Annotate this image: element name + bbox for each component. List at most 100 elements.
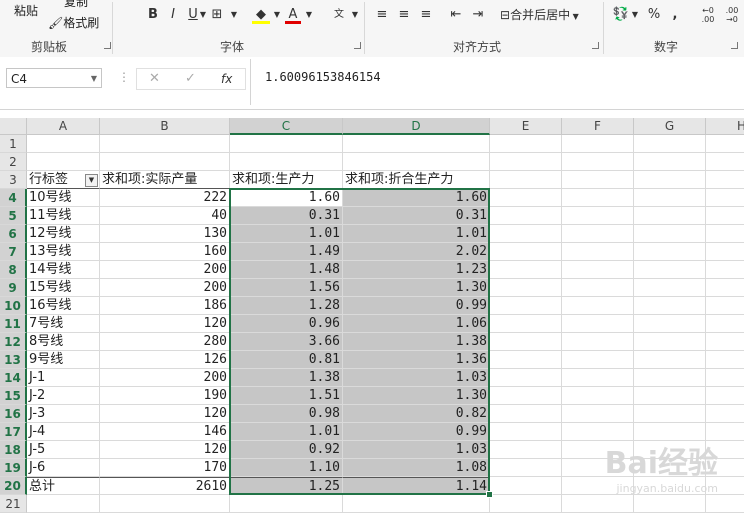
column-header-e[interactable]: E <box>490 118 562 135</box>
empty-cell[interactable] <box>562 333 634 351</box>
row-header-9[interactable]: 9 <box>0 279 27 297</box>
align-left-icon[interactable]: ≡ <box>374 6 390 24</box>
column-header-a[interactable]: A <box>27 118 100 135</box>
empty-cell[interactable] <box>562 351 634 369</box>
empty-cell[interactable] <box>230 153 343 171</box>
pivot-value-cell[interactable]: 1.03 <box>343 369 490 387</box>
empty-cell[interactable] <box>100 495 230 513</box>
font-color-dropdown-icon[interactable]: ▼ <box>305 6 313 24</box>
pivot-value-cell[interactable]: 120 <box>100 315 230 333</box>
pivot-value-cell[interactable]: 130 <box>100 225 230 243</box>
empty-cell[interactable] <box>634 351 706 369</box>
pivot-value-cell[interactable]: 0.31 <box>343 207 490 225</box>
empty-cell[interactable] <box>490 171 562 189</box>
decrease-decimal-icon[interactable]: .00 →0 <box>722 6 742 24</box>
empty-cell[interactable] <box>706 171 744 189</box>
name-box[interactable]: C4 ▼ <box>6 68 102 88</box>
row-header-7[interactable]: 7 <box>0 243 27 261</box>
row-header-20[interactable]: 20 <box>0 477 27 495</box>
empty-cell[interactable] <box>100 153 230 171</box>
underline-button[interactable]: U <box>186 6 200 24</box>
pivot-row-label[interactable]: 10号线 <box>27 189 100 207</box>
pivot-value-cell[interactable]: 186 <box>100 297 230 315</box>
pivot-row-label[interactable]: J-2 <box>27 387 100 405</box>
row-header-3[interactable]: 3 <box>0 171 27 189</box>
pivot-value-cell[interactable]: 2.02 <box>343 243 490 261</box>
empty-cell[interactable] <box>562 279 634 297</box>
empty-cell[interactable] <box>490 477 562 495</box>
pivot-value-cell[interactable]: 0.98 <box>230 405 343 423</box>
row-header-13[interactable]: 13 <box>0 351 27 369</box>
empty-cell[interactable] <box>562 153 634 171</box>
empty-cell[interactable] <box>490 441 562 459</box>
pivot-value-cell[interactable]: 2610 <box>100 477 230 495</box>
empty-cell[interactable] <box>490 189 562 207</box>
pivot-value-cell[interactable]: 1.08 <box>343 459 490 477</box>
empty-cell[interactable] <box>706 495 744 513</box>
empty-cell[interactable] <box>27 153 100 171</box>
underline-dropdown-icon[interactable]: ▼ <box>199 6 207 24</box>
pivot-value-cell[interactable]: 1.25 <box>230 477 343 495</box>
empty-cell[interactable] <box>634 279 706 297</box>
empty-cell[interactable] <box>230 135 343 153</box>
empty-cell[interactable] <box>634 369 706 387</box>
column-header-d[interactable]: D <box>343 118 490 135</box>
cancel-icon[interactable]: ✕ <box>149 69 160 89</box>
italic-button[interactable]: I <box>166 6 180 24</box>
pivot-value-cell[interactable]: 0.99 <box>343 297 490 315</box>
pivot-value-cell[interactable]: 1.48 <box>230 261 343 279</box>
empty-cell[interactable] <box>343 495 490 513</box>
pivot-row-label[interactable]: 16号线 <box>27 297 100 315</box>
pivot-value-cell[interactable]: 120 <box>100 405 230 423</box>
empty-cell[interactable] <box>706 279 744 297</box>
pivot-row-label[interactable]: J-4 <box>27 423 100 441</box>
empty-cell[interactable] <box>562 495 634 513</box>
select-all-corner[interactable] <box>0 118 27 135</box>
pivot-value-cell[interactable]: 1.30 <box>343 279 490 297</box>
border-dropdown-icon[interactable]: ▼ <box>230 6 238 24</box>
empty-cell[interactable] <box>490 495 562 513</box>
function-icon[interactable]: fx <box>221 69 232 89</box>
fill-color-icon[interactable]: ◆ <box>252 6 270 24</box>
empty-cell[interactable] <box>100 135 230 153</box>
empty-cell[interactable] <box>490 207 562 225</box>
pivot-column-header[interactable]: 求和项:实际产量 <box>100 171 230 189</box>
formula-input[interactable]: 1.60096153846154 <box>250 59 744 105</box>
pivot-value-cell[interactable]: 1.01 <box>230 423 343 441</box>
empty-cell[interactable] <box>706 135 744 153</box>
empty-cell[interactable] <box>27 135 100 153</box>
pivot-value-cell[interactable]: 200 <box>100 279 230 297</box>
empty-cell[interactable] <box>562 261 634 279</box>
empty-cell[interactable] <box>562 207 634 225</box>
font-color-icon[interactable]: A <box>285 6 301 24</box>
increase-indent-icon[interactable]: ⇥ <box>470 6 486 24</box>
empty-cell[interactable] <box>634 315 706 333</box>
empty-cell[interactable] <box>490 423 562 441</box>
column-header-f[interactable]: F <box>562 118 634 135</box>
row-header-2[interactable]: 2 <box>0 153 27 171</box>
fill-color-dropdown-icon[interactable]: ▼ <box>273 6 281 24</box>
pivot-value-cell[interactable]: 126 <box>100 351 230 369</box>
empty-cell[interactable] <box>490 315 562 333</box>
empty-cell[interactable] <box>706 261 744 279</box>
empty-cell[interactable] <box>706 315 744 333</box>
pivot-value-cell[interactable]: 146 <box>100 423 230 441</box>
enter-icon[interactable]: ✓ <box>185 69 196 89</box>
empty-cell[interactable] <box>490 279 562 297</box>
pivot-value-cell[interactable]: 170 <box>100 459 230 477</box>
row-header-18[interactable]: 18 <box>0 441 27 459</box>
column-header-g[interactable]: G <box>634 118 706 135</box>
empty-cell[interactable] <box>562 405 634 423</box>
phonetic-dropdown-icon[interactable]: ▼ <box>351 6 359 24</box>
pivot-value-cell[interactable]: 0.92 <box>230 441 343 459</box>
row-header-8[interactable]: 8 <box>0 261 27 279</box>
empty-cell[interactable] <box>343 153 490 171</box>
comma-button[interactable]: , <box>670 6 680 24</box>
pivot-row-label[interactable]: 7号线 <box>27 315 100 333</box>
pivot-value-cell[interactable]: 40 <box>100 207 230 225</box>
accounting-dropdown-icon[interactable]: ▼ <box>631 6 639 24</box>
empty-cell[interactable] <box>490 459 562 477</box>
pivot-row-label[interactable]: J-5 <box>27 441 100 459</box>
pivot-value-cell[interactable]: 1.06 <box>343 315 490 333</box>
pivot-row-label[interactable]: 15号线 <box>27 279 100 297</box>
